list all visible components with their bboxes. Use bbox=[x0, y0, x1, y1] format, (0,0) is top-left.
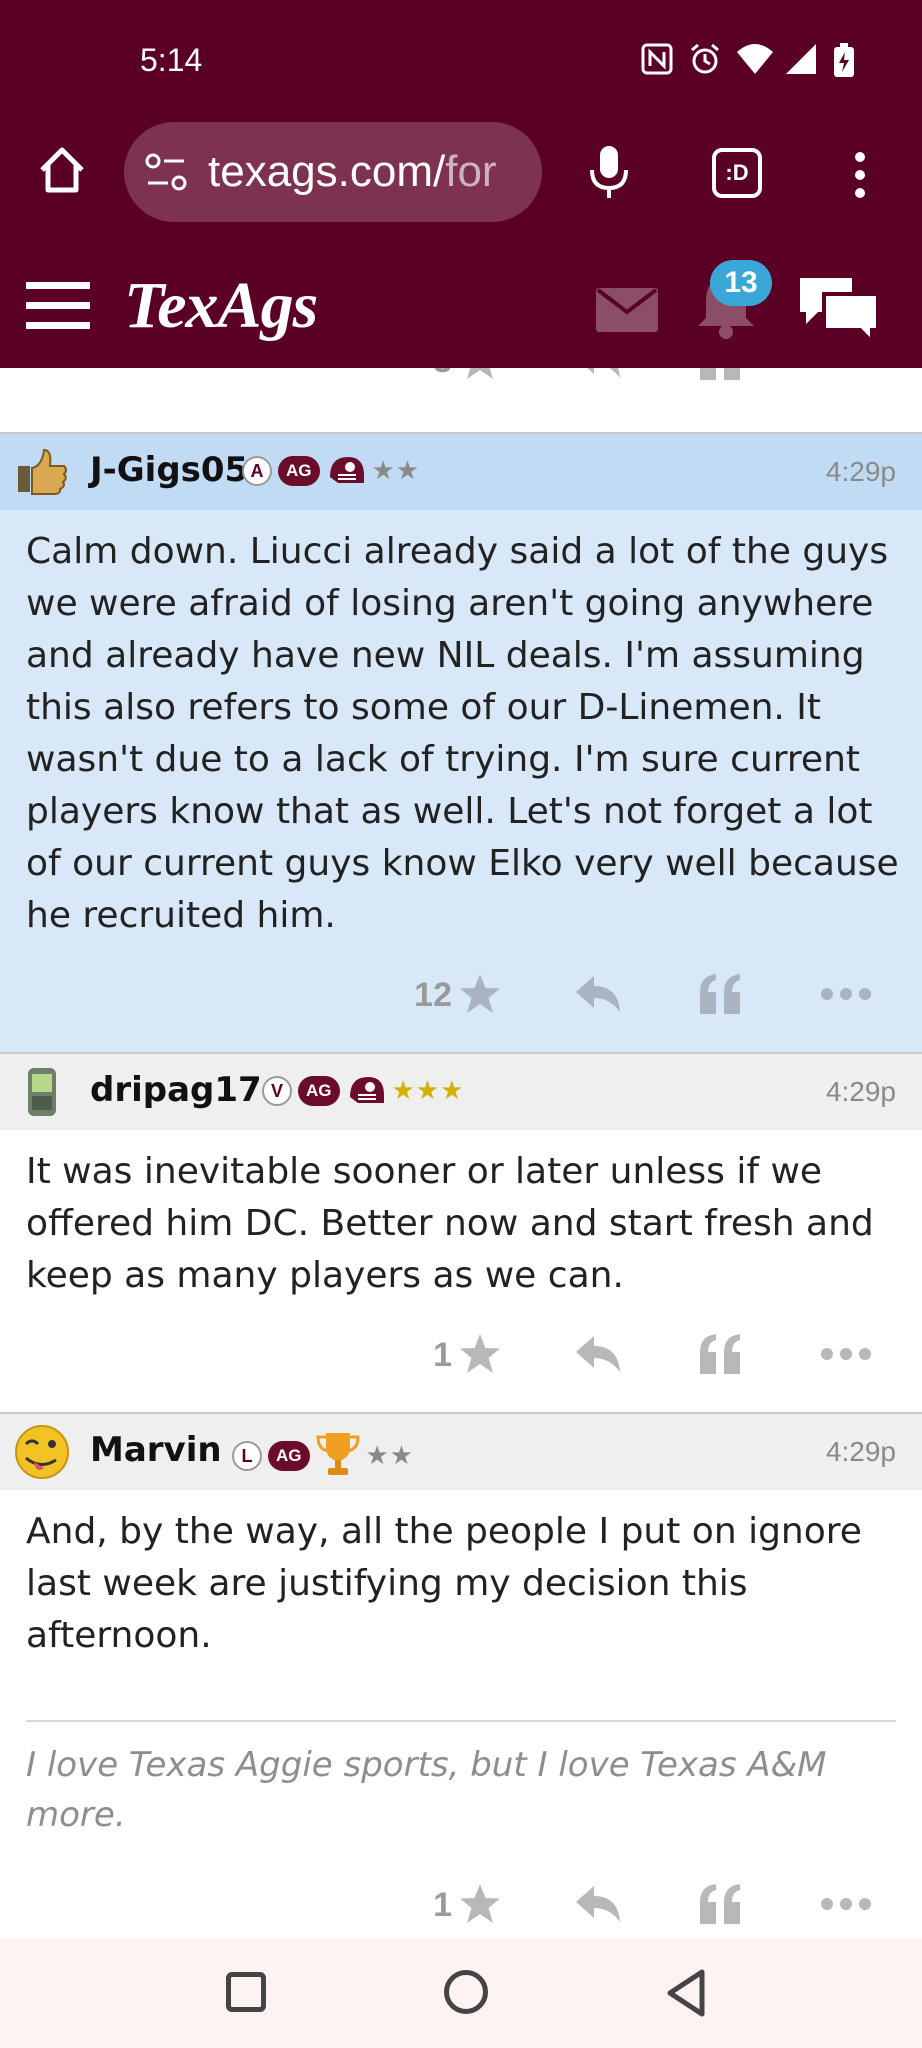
thumbs-up-avatar-icon[interactable] bbox=[14, 444, 70, 500]
recents-button[interactable] bbox=[226, 1972, 266, 2012]
site-logo[interactable]: TexAgs bbox=[124, 268, 318, 344]
voice-search-button[interactable] bbox=[586, 142, 632, 202]
reply-icon[interactable] bbox=[574, 1334, 622, 1374]
post-header: dripag17 V AG ★★★ 4:29p bbox=[0, 1054, 922, 1130]
like-count: 1 bbox=[433, 1886, 452, 1924]
browser-home-button[interactable] bbox=[36, 144, 88, 196]
rating-stars: ★★ bbox=[371, 456, 421, 486]
wifi-icon bbox=[736, 42, 773, 76]
helmet-icon bbox=[349, 1077, 384, 1103]
quote-icon[interactable] bbox=[698, 1882, 742, 1926]
like-star-icon[interactable] bbox=[458, 1332, 502, 1376]
address-bar[interactable]: texags.com/for bbox=[124, 122, 542, 222]
post-body: It was inevitable sooner or later unless… bbox=[26, 1151, 874, 1296]
username[interactable]: J-Gigs05 bbox=[90, 450, 248, 490]
rating-stars: ★★ bbox=[365, 1441, 415, 1471]
alarm-icon bbox=[688, 42, 722, 76]
trophy-icon bbox=[315, 1433, 360, 1475]
ag-badge: AG bbox=[268, 1441, 310, 1471]
like-star-icon[interactable] bbox=[458, 368, 502, 382]
chat-bubbles-icon bbox=[800, 278, 880, 347]
messages-button[interactable] bbox=[596, 288, 658, 332]
status-letter-badge: V bbox=[262, 1076, 292, 1106]
status-letter-badge: L bbox=[232, 1441, 262, 1471]
home-nav-button[interactable] bbox=[444, 1970, 488, 2014]
back-nav-button[interactable] bbox=[664, 1968, 708, 2018]
cellphone-avatar-icon[interactable] bbox=[14, 1064, 70, 1120]
like-count: 1 bbox=[433, 1336, 452, 1374]
quote-icon[interactable] bbox=[698, 368, 742, 382]
browser-menu-button[interactable] bbox=[848, 150, 872, 200]
post-time[interactable]: 4:29p bbox=[826, 1436, 896, 1468]
user-badges: L AG ★★ bbox=[232, 1433, 414, 1479]
mail-icon bbox=[596, 288, 658, 332]
post-j-gigs05: J-Gigs05 A AG ★★ 4:29p Calm down. Liucci… bbox=[0, 434, 922, 1052]
system-navigation-bar bbox=[0, 1938, 922, 2048]
like-count: 3 bbox=[392, 368, 452, 381]
signal-icon bbox=[784, 42, 818, 76]
post-time[interactable]: 4:29p bbox=[826, 1076, 896, 1108]
rating-stars: ★★★ bbox=[391, 1076, 465, 1106]
signature-divider bbox=[26, 1720, 896, 1722]
status-letter-badge: A bbox=[242, 456, 272, 486]
thread-feed[interactable]: 3 J-Gigs05 A AG ★★ 4:29p Calm down. Liuc… bbox=[0, 368, 922, 1938]
post-actions: 1 bbox=[0, 1874, 922, 1938]
previous-post-actions: 3 bbox=[0, 368, 922, 410]
notification-count-badge: 13 bbox=[710, 260, 772, 306]
forum-chat-button[interactable] bbox=[796, 272, 882, 347]
url-text: texags.com/for bbox=[208, 147, 497, 197]
ag-badge: AG bbox=[298, 1076, 340, 1106]
status-bar: 5:14 bbox=[0, 0, 922, 120]
helmet-icon bbox=[329, 457, 364, 483]
reply-icon[interactable] bbox=[574, 974, 622, 1014]
post-dripag17: dripag17 V AG ★★★ 4:29p It was inevitabl… bbox=[0, 1054, 922, 1412]
reply-icon[interactable] bbox=[574, 368, 622, 380]
hamburger-icon bbox=[26, 282, 90, 329]
post-actions: 1 bbox=[0, 1324, 922, 1388]
winking-face-avatar-icon[interactable] bbox=[14, 1424, 70, 1480]
nfc-icon bbox=[640, 42, 674, 76]
url-faded: for bbox=[445, 147, 497, 196]
like-count: 12 bbox=[414, 976, 452, 1014]
microphone-icon bbox=[590, 146, 628, 198]
quote-icon[interactable] bbox=[698, 972, 742, 1016]
username[interactable]: Marvin bbox=[90, 1430, 222, 1470]
more-vert-icon bbox=[855, 152, 865, 198]
app-top-bar: 5:14 texags.com/for:D TexAgs 13 bbox=[0, 0, 922, 368]
username[interactable]: dripag17 bbox=[90, 1070, 262, 1110]
post-body: Calm down. Liucci already said a lot of … bbox=[26, 531, 899, 936]
post-time[interactable]: 4:29p bbox=[826, 456, 896, 488]
reply-icon[interactable] bbox=[574, 1884, 622, 1924]
battery-charging-icon bbox=[832, 42, 866, 77]
status-icons bbox=[640, 42, 866, 77]
more-horiz-icon[interactable] bbox=[820, 986, 872, 1002]
user-badges: V AG ★★★ bbox=[262, 1073, 464, 1109]
more-horiz-icon[interactable] bbox=[820, 1896, 872, 1912]
post-body: And, by the way, all the people I put on… bbox=[26, 1511, 862, 1656]
ag-badge: AG bbox=[278, 456, 320, 486]
browser-url-row: texags.com/for :D bbox=[0, 120, 922, 230]
post-actions: 12 bbox=[0, 964, 922, 1028]
site-header: TexAgs 13 bbox=[0, 238, 922, 368]
site-menu-button[interactable] bbox=[24, 280, 92, 332]
post-header: Marvin L AG ★★ 4:29p bbox=[0, 1414, 922, 1490]
url-visible: texags.com/ bbox=[208, 147, 446, 196]
user-badges: A AG ★★ bbox=[242, 453, 420, 489]
user-signature: I love Texas Aggie sports, but I love Te… bbox=[26, 1745, 827, 1835]
quote-icon[interactable] bbox=[698, 1332, 742, 1376]
like-star-icon[interactable] bbox=[458, 1882, 502, 1926]
post-marvin: Marvin L AG ★★ 4:29p And, by the way, al… bbox=[0, 1414, 922, 1938]
site-settings-icon[interactable] bbox=[144, 152, 188, 192]
more-horiz-icon[interactable] bbox=[820, 1346, 872, 1362]
like-star-icon[interactable] bbox=[458, 972, 502, 1016]
status-time: 5:14 bbox=[140, 42, 203, 78]
home-icon bbox=[40, 147, 84, 193]
post-header: J-Gigs05 A AG ★★ 4:29p bbox=[0, 434, 922, 510]
tab-switcher-button[interactable]: :D bbox=[712, 148, 762, 198]
